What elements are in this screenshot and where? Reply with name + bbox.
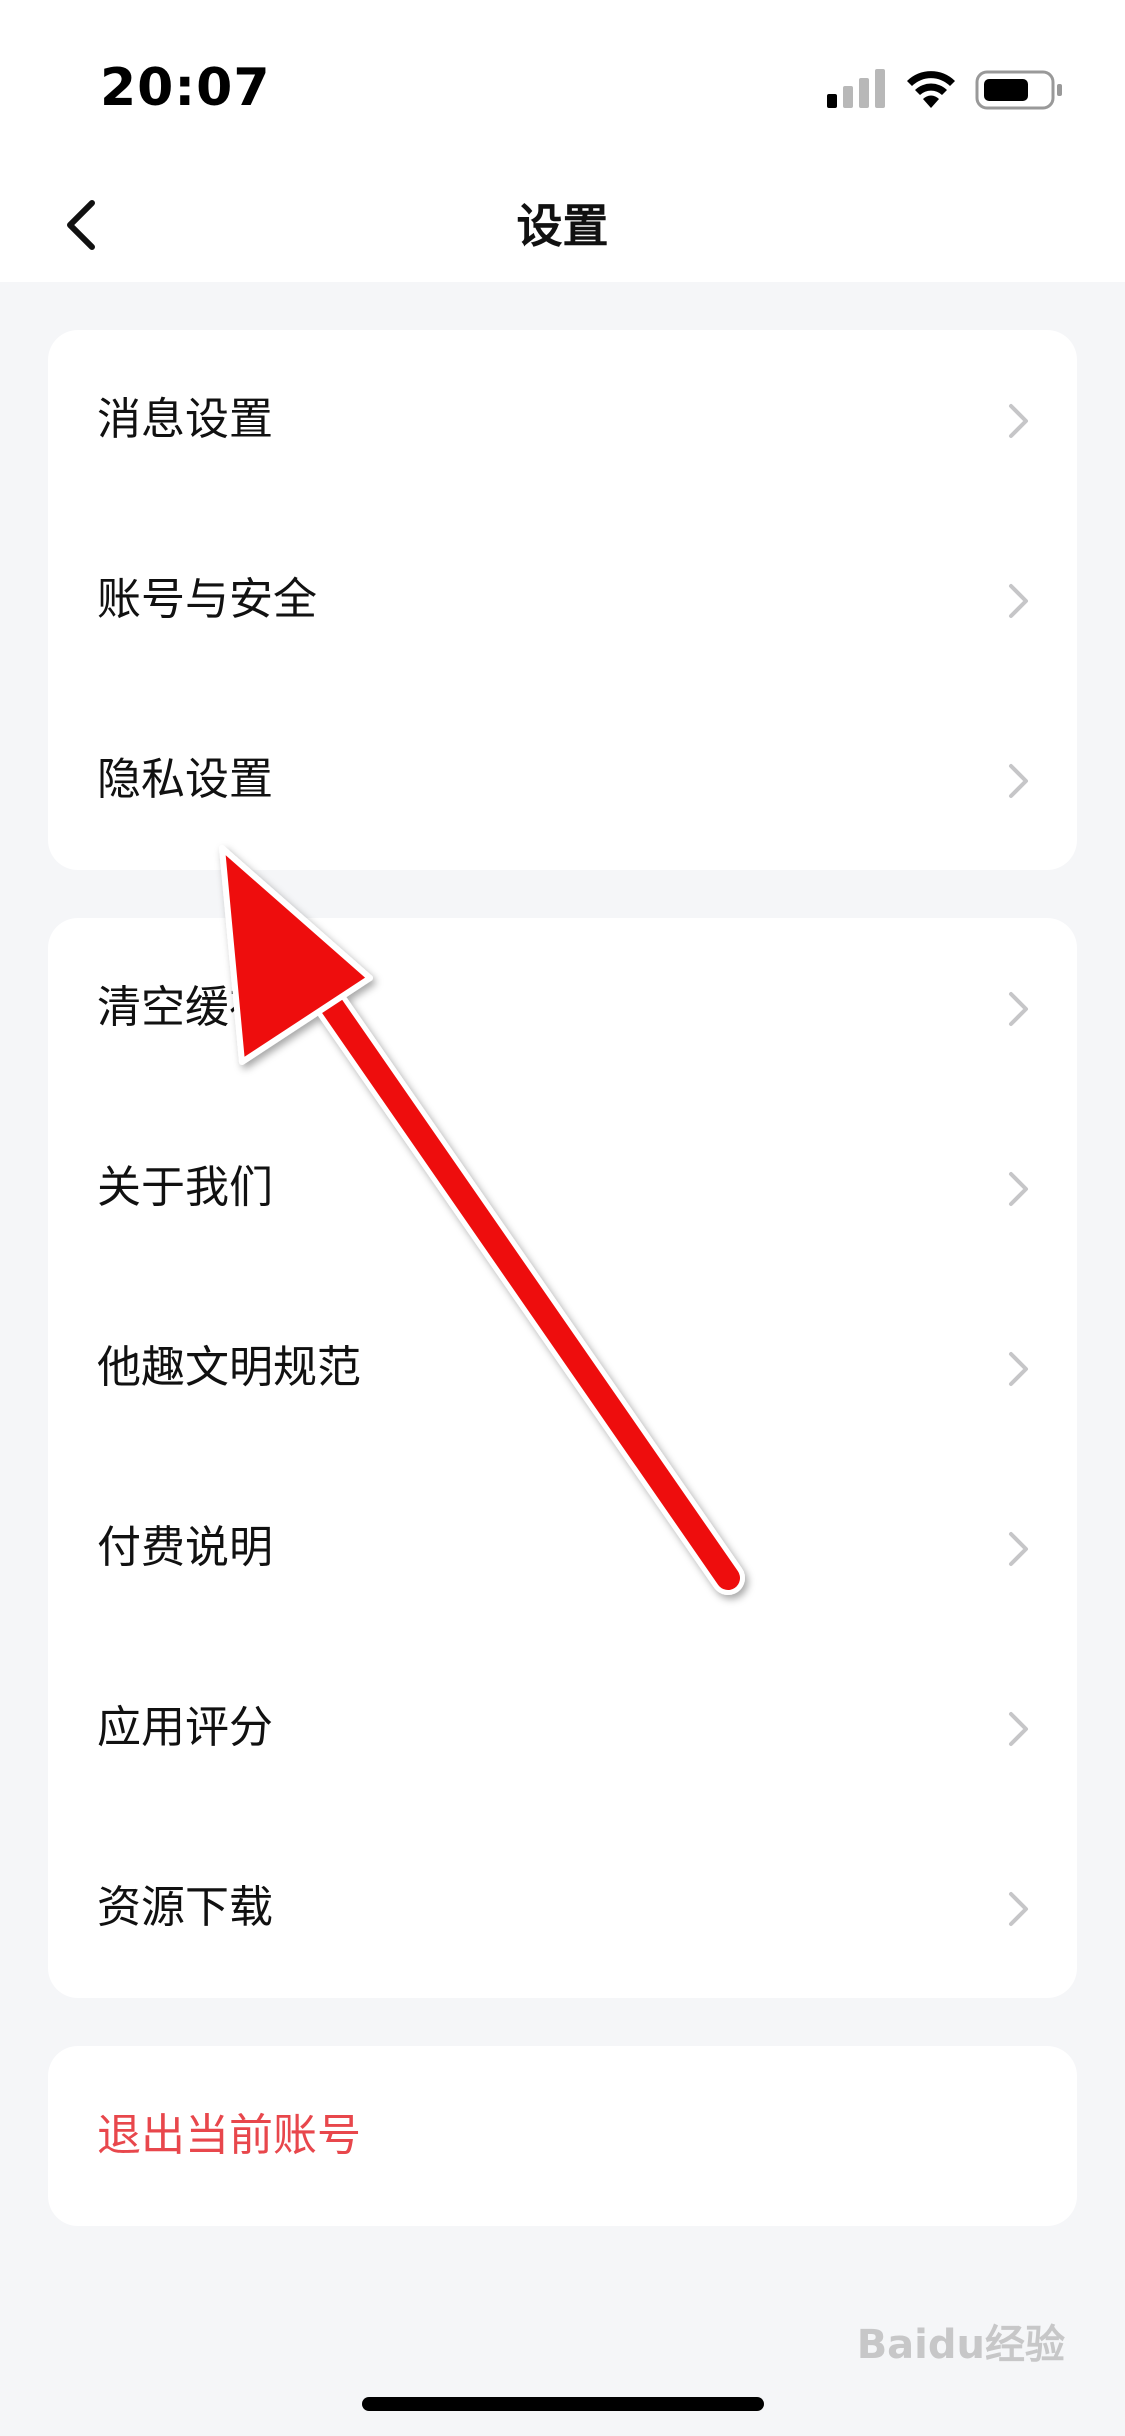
settings-item-label: 应用评分 [97, 1702, 273, 1753]
chevron-right-icon [1009, 992, 1028, 1026]
settings-group-1: 消息设置 账号与安全 隐私设置 [48, 330, 1077, 870]
settings-item-civility-rules[interactable]: 他趣文明规范 [48, 1278, 1077, 1458]
chevron-right-icon [1009, 1352, 1028, 1386]
page-title: 设置 [516, 199, 609, 253]
wifi-icon [907, 71, 955, 108]
chevron-right-icon [1009, 1892, 1028, 1926]
settings-item-privacy[interactable]: 隐私设置 [48, 690, 1077, 870]
settings-item-label: 关于我们 [97, 1162, 273, 1213]
chevron-right-icon [1009, 1172, 1028, 1206]
home-indicator[interactable] [362, 2397, 764, 2411]
status-bar: 20:07 [0, 0, 1125, 170]
settings-item-resource-download[interactable]: 资源下载 [48, 1818, 1077, 1998]
chevron-right-icon [1009, 1712, 1028, 1746]
chevron-right-icon [1009, 404, 1028, 438]
status-time: 20:07 [100, 58, 271, 118]
settings-item-label: 账号与安全 [97, 574, 317, 625]
settings-item-label: 付费说明 [97, 1522, 273, 1573]
chevron-right-icon [1009, 584, 1028, 618]
logout-label: 退出当前账号 [97, 2110, 361, 2161]
settings-item-label: 消息设置 [97, 394, 273, 445]
status-icons [827, 66, 1067, 114]
settings-item-label: 隐私设置 [97, 754, 273, 805]
watermark: Baidu经验 [856, 2322, 1065, 2368]
settings-item-account-security[interactable]: 账号与安全 [48, 510, 1077, 690]
settings-item-label: 他趣文明规范 [97, 1342, 361, 1393]
settings-item-label: 资源下载 [97, 1882, 273, 1933]
cellular-signal-icon [827, 69, 885, 108]
logout-button[interactable]: 退出当前账号 [48, 2046, 1077, 2226]
nav-bar: 设置 [0, 170, 1125, 282]
battery-icon [975, 70, 1062, 110]
status-icons-svg [827, 69, 1062, 110]
chevron-right-icon [1009, 764, 1028, 798]
settings-item-payment-info[interactable]: 付费说明 [48, 1458, 1077, 1638]
chevron-right-icon [1009, 1532, 1028, 1566]
settings-item-label: 清空缓存 [97, 982, 273, 1033]
settings-item-message[interactable]: 消息设置 [48, 330, 1077, 510]
logout-card: 退出当前账号 [48, 2046, 1077, 2226]
settings-item-rate-app[interactable]: 应用评分 [48, 1638, 1077, 1818]
settings-item-clear-cache[interactable]: 清空缓存 [48, 918, 1077, 1098]
settings-group-2: 清空缓存 关于我们 他趣文明规范 付费说明 应用评分 资源下载 [48, 918, 1077, 1998]
settings-item-about-us[interactable]: 关于我们 [48, 1098, 1077, 1278]
